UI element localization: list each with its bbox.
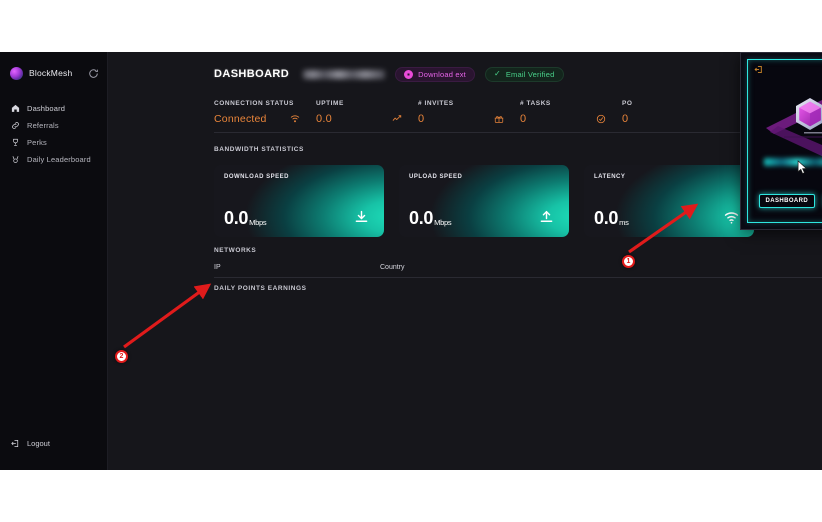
stat-value: 0 [418, 113, 424, 125]
card-unit: Mbps [434, 218, 451, 227]
sidebar-item-logout[interactable]: Logout [0, 435, 107, 452]
stat-points: PO 0 [622, 100, 724, 125]
column-header-country: Country [380, 264, 580, 271]
card-label: DOWNLOAD SPEED [224, 174, 289, 180]
email-verified-label: Email Verified [506, 70, 555, 79]
stat-uptime: UPTIME 0.0 [316, 100, 418, 125]
sidebar-nav: Dashboard Referrals Perks [0, 100, 107, 168]
upload-icon [536, 207, 556, 227]
wifi-signal-icon [721, 207, 741, 227]
extension-user-text-redacted [764, 158, 822, 166]
main-content: DASHBOARD Download ext ✓ Email Verified … [108, 52, 822, 470]
networks-table: IP Country [214, 264, 822, 278]
card-value: 0.0 [409, 208, 433, 229]
extension-dashboard-button[interactable]: DASHBOARD [759, 194, 816, 208]
trophy-icon [10, 138, 20, 148]
bandwidth-section-label: BANDWIDTH STATISTICS [214, 146, 822, 153]
card-label: UPLOAD SPEED [409, 174, 462, 180]
download-speed-card: DOWNLOAD SPEED 0.0 Mbps [214, 165, 384, 237]
extension-popup-buttons: DASHBOARD REFER [748, 194, 822, 208]
stat-label: PO [622, 100, 724, 107]
card-value: 0.0 [594, 208, 618, 229]
medal-icon [10, 155, 20, 165]
email-verified-badge: ✓ Email Verified [485, 67, 564, 82]
gift-icon [493, 114, 504, 125]
card-value: 0.0 [224, 208, 248, 229]
extension-popup: DASHBOARD REFER [740, 52, 822, 230]
check-circle-icon [595, 114, 606, 125]
sidebar-item-label: Referrals [27, 121, 59, 130]
sidebar-spacer [0, 168, 107, 435]
card-label: LATENCY [594, 174, 625, 180]
extension-popup-inner: DASHBOARD REFER [747, 59, 822, 223]
upload-speed-card: UPLOAD SPEED 0.0 Mbps [399, 165, 569, 237]
refresh-icon[interactable] [87, 67, 99, 79]
check-icon: ✓ [494, 70, 501, 78]
card-unit: ms [619, 218, 628, 227]
stat-connection-status: CONNECTION STATUS Connected [214, 100, 316, 125]
stat-value: 0 [520, 113, 526, 125]
chrome-icon [404, 70, 413, 79]
stat-label: # TASKS [520, 100, 622, 107]
account-email-redacted [303, 70, 385, 79]
stat-value: 0 [622, 113, 628, 125]
stat-value: 0.0 [316, 113, 332, 125]
header-row: DASHBOARD Download ext ✓ Email Verified [214, 64, 822, 84]
card-unit: Mbps [249, 218, 266, 227]
networks-section-label: NETWORKS [214, 247, 822, 254]
daily-points-section-label: DAILY POINTS EARNINGS [214, 285, 822, 292]
brand-name: BlockMesh [29, 68, 72, 78]
download-ext-label: Download ext [418, 70, 466, 79]
home-icon [10, 104, 20, 114]
sidebar-item-daily-leaderboard[interactable]: Daily Leaderboard [0, 151, 107, 168]
sidebar-item-dashboard[interactable]: Dashboard [0, 100, 107, 117]
stat-label: UPTIME [316, 100, 418, 107]
stats-strip: CONNECTION STATUS Connected UPTIME 0.0 [214, 100, 822, 133]
download-ext-button[interactable]: Download ext [395, 67, 475, 82]
card-value-wrap: 0.0 Mbps [224, 208, 266, 229]
card-value-wrap: 0.0 ms [594, 208, 629, 229]
brand-row: BlockMesh [0, 52, 107, 84]
sidebar: BlockMesh Dashboard [0, 52, 108, 470]
sidebar-item-referrals[interactable]: Referrals [0, 117, 107, 134]
sidebar-item-label: Perks [27, 138, 47, 147]
latency-card: LATENCY 0.0 ms [584, 165, 754, 237]
logout-label: Logout [27, 439, 50, 448]
sidebar-item-label: Daily Leaderboard [27, 155, 91, 164]
wifi-icon [289, 114, 300, 125]
column-header-ip: IP [214, 264, 380, 271]
stat-tasks: # TASKS 0 [520, 100, 622, 125]
logout-icon [10, 439, 20, 449]
sidebar-item-label: Dashboard [27, 104, 65, 113]
stat-label: CONNECTION STATUS [214, 100, 316, 107]
trend-up-icon [391, 114, 402, 125]
stat-invites: # INVITES 0 [418, 100, 520, 125]
page-title: DASHBOARD [214, 68, 289, 80]
stat-value: Connected [214, 113, 267, 125]
stat-label: # INVITES [418, 100, 520, 107]
sidebar-item-perks[interactable]: Perks [0, 134, 107, 151]
networks-table-header: IP Country [214, 264, 822, 271]
card-value-wrap: 0.0 Mbps [409, 208, 451, 229]
link-icon [10, 121, 20, 131]
app-window: BlockMesh Dashboard [0, 52, 822, 470]
bandwidth-cards: DOWNLOAD SPEED 0.0 Mbps UPLOAD SPEED 0.0 [214, 165, 822, 237]
blockmesh-gem-logo [748, 74, 822, 184]
blockmesh-logo-icon [10, 67, 23, 80]
download-icon [351, 207, 371, 227]
